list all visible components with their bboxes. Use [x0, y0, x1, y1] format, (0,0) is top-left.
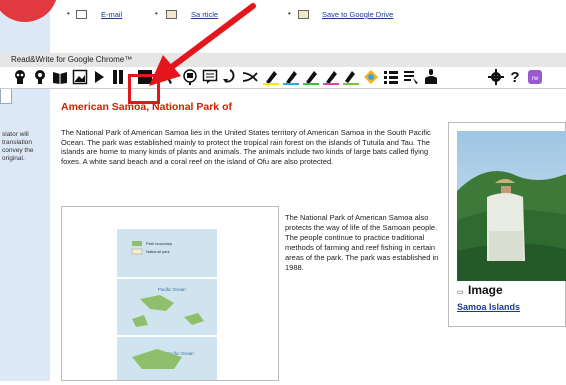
map-legend-2: National park — [146, 249, 170, 254]
readwrite-toolbar: ? rw — [0, 67, 566, 89]
park-map: Park boundary National park Pacific Ocea… — [61, 206, 279, 381]
svg-text:rw: rw — [532, 76, 539, 82]
highlight-speaker-icon[interactable] — [31, 68, 49, 86]
collect-highlights-icon[interactable] — [342, 68, 360, 86]
bullet: • — [288, 9, 291, 18]
dictionary-icon[interactable] — [51, 68, 69, 86]
highlight-pink-icon[interactable] — [322, 68, 340, 86]
image-card — [448, 122, 566, 327]
toolbar-titlebar[interactable]: Read&Write for Google Chrome™ — [0, 53, 566, 67]
bullet: • — [67, 9, 70, 18]
vocabulary-icon[interactable] — [362, 68, 380, 86]
map-label-pacific-1: Pacific Ocean — [158, 287, 186, 292]
folder-icon — [298, 10, 309, 19]
stop-button-highlight — [128, 74, 160, 104]
camera-icon: ▭ — [457, 289, 464, 296]
samoa-photo[interactable] — [457, 131, 566, 281]
email-link[interactable]: E-mail — [101, 10, 122, 19]
highlight-blue-icon[interactable] — [282, 68, 300, 86]
help-icon[interactable]: ? — [507, 68, 523, 86]
article-paragraph-1: The National Park of American Samoa lies… — [61, 128, 431, 166]
email-icon — [76, 10, 87, 19]
settings-icon[interactable] — [487, 68, 505, 86]
play-icon[interactable] — [92, 68, 106, 86]
image-caption: Image — [468, 283, 503, 297]
highlight-green-icon[interactable] — [302, 68, 320, 86]
map-legend-1: Park boundary — [146, 241, 172, 246]
picture-dictionary-icon[interactable] — [71, 68, 89, 86]
article-title: American Samoa, National Park of — [61, 101, 232, 113]
talk-and-type-icon[interactable] — [402, 68, 420, 86]
extension-icon[interactable]: rw — [526, 68, 544, 86]
practice-reading-icon[interactable] — [422, 68, 440, 86]
study-skills-icon[interactable] — [382, 68, 400, 86]
toolbar-title: Read&Write for Google Chrome™ — [11, 55, 133, 64]
red-arrow-annotation — [149, 3, 256, 86]
pause-icon[interactable] — [110, 68, 126, 86]
voice-mask-icon[interactable] — [11, 68, 29, 86]
article-paragraph-2: The National Park of American Samoa also… — [285, 213, 439, 272]
sidebar-translation-note: slator will translation convey the origi… — [2, 131, 34, 162]
save-drive-link[interactable]: Save to Google Drive — [322, 10, 393, 19]
samoa-islands-link[interactable]: Samoa Islands — [457, 302, 520, 312]
sidebar-toggle-tab[interactable] — [0, 88, 12, 104]
